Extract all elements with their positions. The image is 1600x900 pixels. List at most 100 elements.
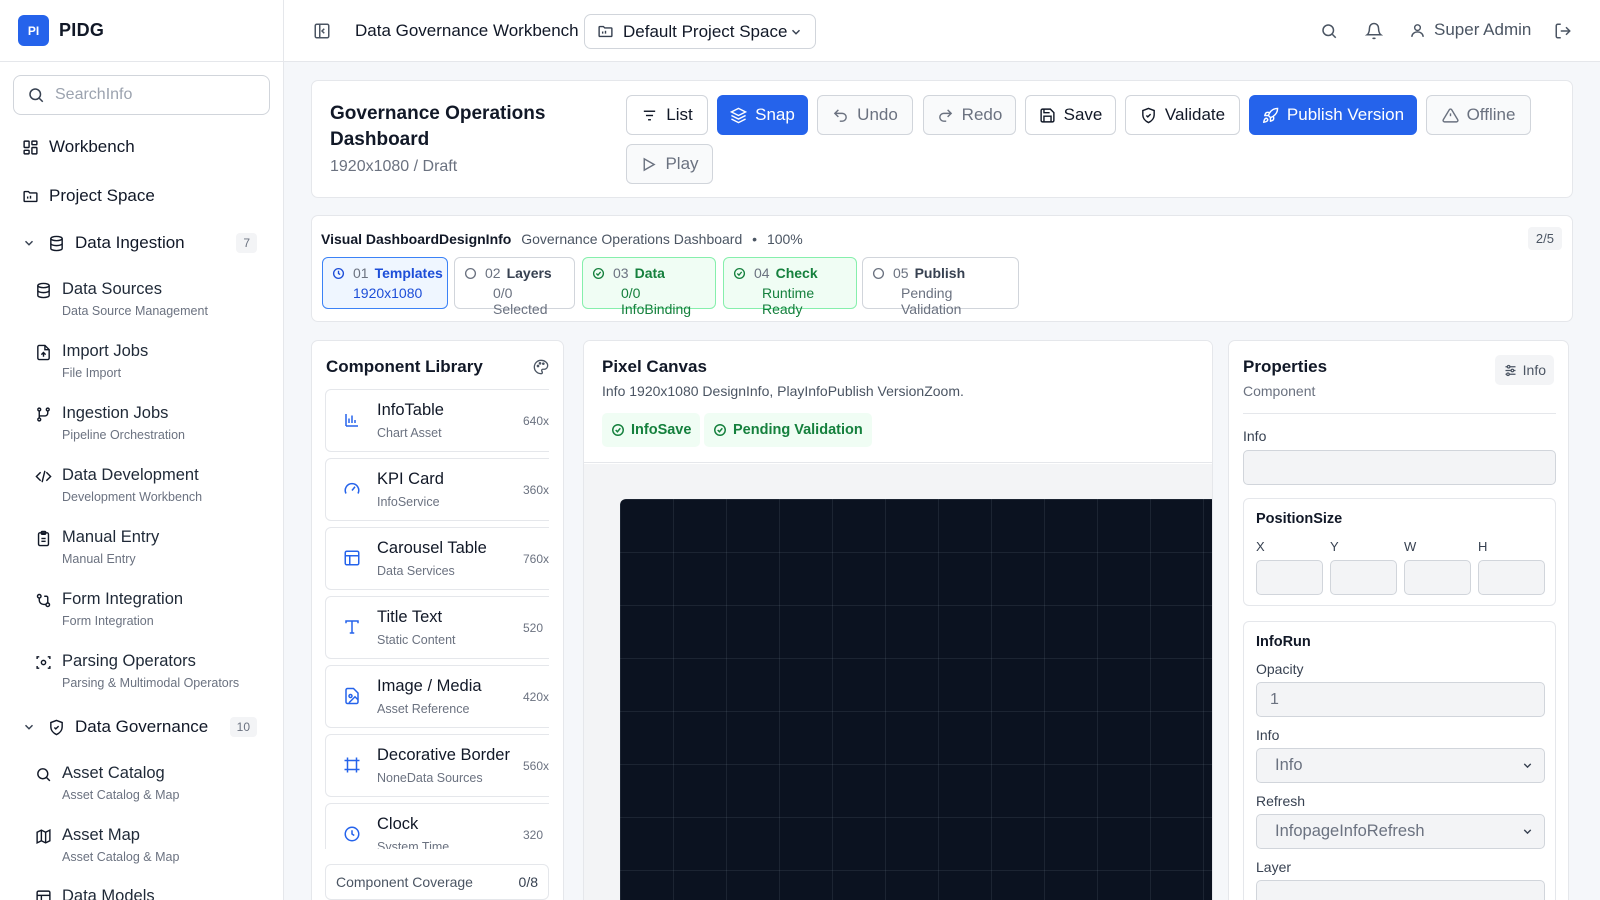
validate-button[interactable]: Validate [1125, 95, 1240, 135]
y-label: Y [1330, 539, 1339, 554]
nav-item-title: Data Models [62, 887, 155, 900]
palette-icon[interactable] [533, 359, 549, 375]
design-stepper-card: Visual DashboardDesignInfo Governance Op… [311, 215, 1573, 322]
publish-version-button[interactable]: Publish Version [1249, 95, 1417, 135]
nav-item-import-jobs[interactable]: Import Jobs File Import [35, 342, 270, 392]
step-name: Layers [506, 265, 552, 281]
list-button[interactable]: List [626, 95, 708, 135]
component-desc: Static Content [377, 633, 456, 647]
component-name: Title Text [377, 608, 443, 626]
component-size: 320 [523, 828, 544, 842]
refresh-select[interactable]: InfopageInfoRefresh [1256, 814, 1545, 849]
component-name: InfoTable [377, 401, 444, 419]
nav-item-desc: Parsing & Multimodal Operators [62, 676, 240, 690]
w-input[interactable] [1404, 560, 1471, 595]
dashboard-title: Governance Operations Dashboard [330, 103, 546, 150]
properties-info-button[interactable]: Info [1494, 355, 1554, 385]
redo-button[interactable]: Redo [923, 95, 1016, 135]
snap-button[interactable]: Snap [717, 95, 808, 135]
offline-button[interactable]: Offline [1426, 95, 1531, 135]
chevron-down-icon [1521, 825, 1534, 838]
page-title: Data Governance Workbench [355, 21, 579, 40]
step-check[interactable]: 04 Check Runtime Ready [723, 257, 857, 317]
info-select[interactable]: Info [1256, 748, 1545, 783]
sidebar-toggle-icon[interactable] [313, 22, 331, 40]
search-icon[interactable] [1320, 22, 1338, 40]
step-detail: 0/0 Selected [493, 285, 548, 317]
rocket-icon [1262, 107, 1279, 124]
component-item[interactable]: Decorative Border NoneData Sources 560x [325, 734, 549, 797]
step-layers[interactable]: 02 Layers 0/0 Selected [454, 257, 575, 317]
merge-icon [35, 592, 52, 609]
user-name: Super Admin [1434, 20, 1532, 39]
nav-item-form-integration[interactable]: Form Integration Form Integration [35, 590, 270, 640]
nav-item-data-sources[interactable]: Data Sources Data Source Management [35, 280, 270, 330]
component-item[interactable]: Title Text Static Content 520 [325, 596, 549, 659]
nav-item-data-models[interactable]: Data Models [35, 887, 270, 900]
clock-icon [343, 825, 361, 843]
component-library-panel: Component Library InfoTable Chart Asset … [311, 340, 564, 900]
code-icon [35, 468, 52, 485]
bell-icon[interactable] [1365, 22, 1383, 40]
properties-subtitle: Component [1243, 383, 1316, 399]
nav-project-space[interactable]: Project Space [22, 186, 155, 206]
project-space-select[interactable]: Default Project Space [584, 14, 816, 49]
component-size: 640x [523, 414, 549, 428]
component-item[interactable]: Carousel Table Data Services 760x [325, 527, 549, 590]
play-icon [640, 156, 657, 173]
nav-item-desc: Pipeline Orchestration [62, 428, 185, 442]
opacity-input[interactable]: 1 [1256, 682, 1545, 717]
h-input[interactable] [1478, 560, 1545, 595]
layer-input[interactable] [1256, 880, 1545, 900]
canvas-viewport[interactable] [584, 464, 1212, 900]
nav-item-asset-catalog[interactable]: Asset Catalog Asset Catalog & Map [35, 764, 270, 814]
map-icon [35, 828, 52, 845]
chevron-down-icon [22, 236, 36, 250]
info-field-label: Info [1243, 428, 1267, 444]
component-desc: InfoService [377, 495, 440, 509]
dashboard-subtitle: 1920x1080 / Draft [330, 158, 458, 175]
refresh-select-value: InfopageInfoRefresh [1275, 822, 1425, 840]
nav-group-data-ingestion[interactable]: Data Ingestion 7 [22, 233, 257, 253]
play-button[interactable]: Play [626, 144, 713, 184]
nav-workbench[interactable]: Workbench [22, 137, 135, 157]
publish-version-button-label: Publish Version [1286, 105, 1405, 124]
nav-workbench-label: Workbench [49, 137, 135, 156]
user-menu[interactable]: Super Admin [1409, 20, 1531, 40]
y-input[interactable] [1330, 560, 1397, 595]
design-canvas[interactable] [620, 499, 1212, 900]
position-size-title: PositionSize [1256, 511, 1343, 527]
logout-icon[interactable] [1554, 22, 1572, 40]
nav-item-parsing-operators[interactable]: Parsing Operators Parsing & Multimodal O… [35, 652, 270, 702]
step-data[interactable]: 03 Data 0/0 InfoBinding [582, 257, 716, 317]
step-templates[interactable]: 01 Templates 1920x1080 [322, 257, 448, 309]
user-icon [1409, 22, 1426, 39]
nav-item-manual-entry[interactable]: Manual Entry Manual Entry [35, 528, 270, 578]
component-item[interactable]: InfoTable Chart Asset 640x [325, 389, 549, 452]
nav-item-title: Asset Map [62, 826, 140, 844]
component-item[interactable]: KPI Card InfoService 360x [325, 458, 549, 521]
layer-label: Layer [1256, 859, 1292, 875]
folder-icon [22, 188, 39, 205]
nav-item-asset-map[interactable]: Asset Map Asset Catalog & Map [35, 826, 270, 876]
component-item[interactable]: Clock System Time 320 [325, 803, 549, 849]
component-item[interactable]: Image / Media Asset Reference 420x [325, 665, 549, 728]
save-button[interactable]: Save [1025, 95, 1116, 135]
nav-item-data-development[interactable]: Data Development Development Workbench [35, 466, 270, 516]
canvas-title: Pixel Canvas [602, 357, 707, 376]
nav-item-ingestion-jobs[interactable]: Ingestion Jobs Pipeline Orchestration [35, 404, 270, 454]
divider [1243, 413, 1556, 414]
x-input[interactable] [1256, 560, 1323, 595]
search-input[interactable]: SearchInfo [13, 75, 270, 115]
status-badge-label: InfoSave [631, 422, 692, 438]
status-badge: InfoSave [602, 413, 701, 447]
info-field[interactable] [1243, 450, 1556, 485]
nav-item-title: Parsing Operators [62, 652, 196, 670]
step-publish[interactable]: 05 Publish Pending Validation [862, 257, 1019, 317]
nav-group-data-governance[interactable]: Data Governance 10 [22, 717, 257, 737]
brand[interactable]: PI PIDG [0, 0, 283, 62]
database-icon [35, 282, 52, 299]
clipboard-icon [35, 530, 52, 547]
opacity-label: Opacity [1256, 661, 1304, 677]
undo-button[interactable]: Undo [817, 95, 913, 135]
